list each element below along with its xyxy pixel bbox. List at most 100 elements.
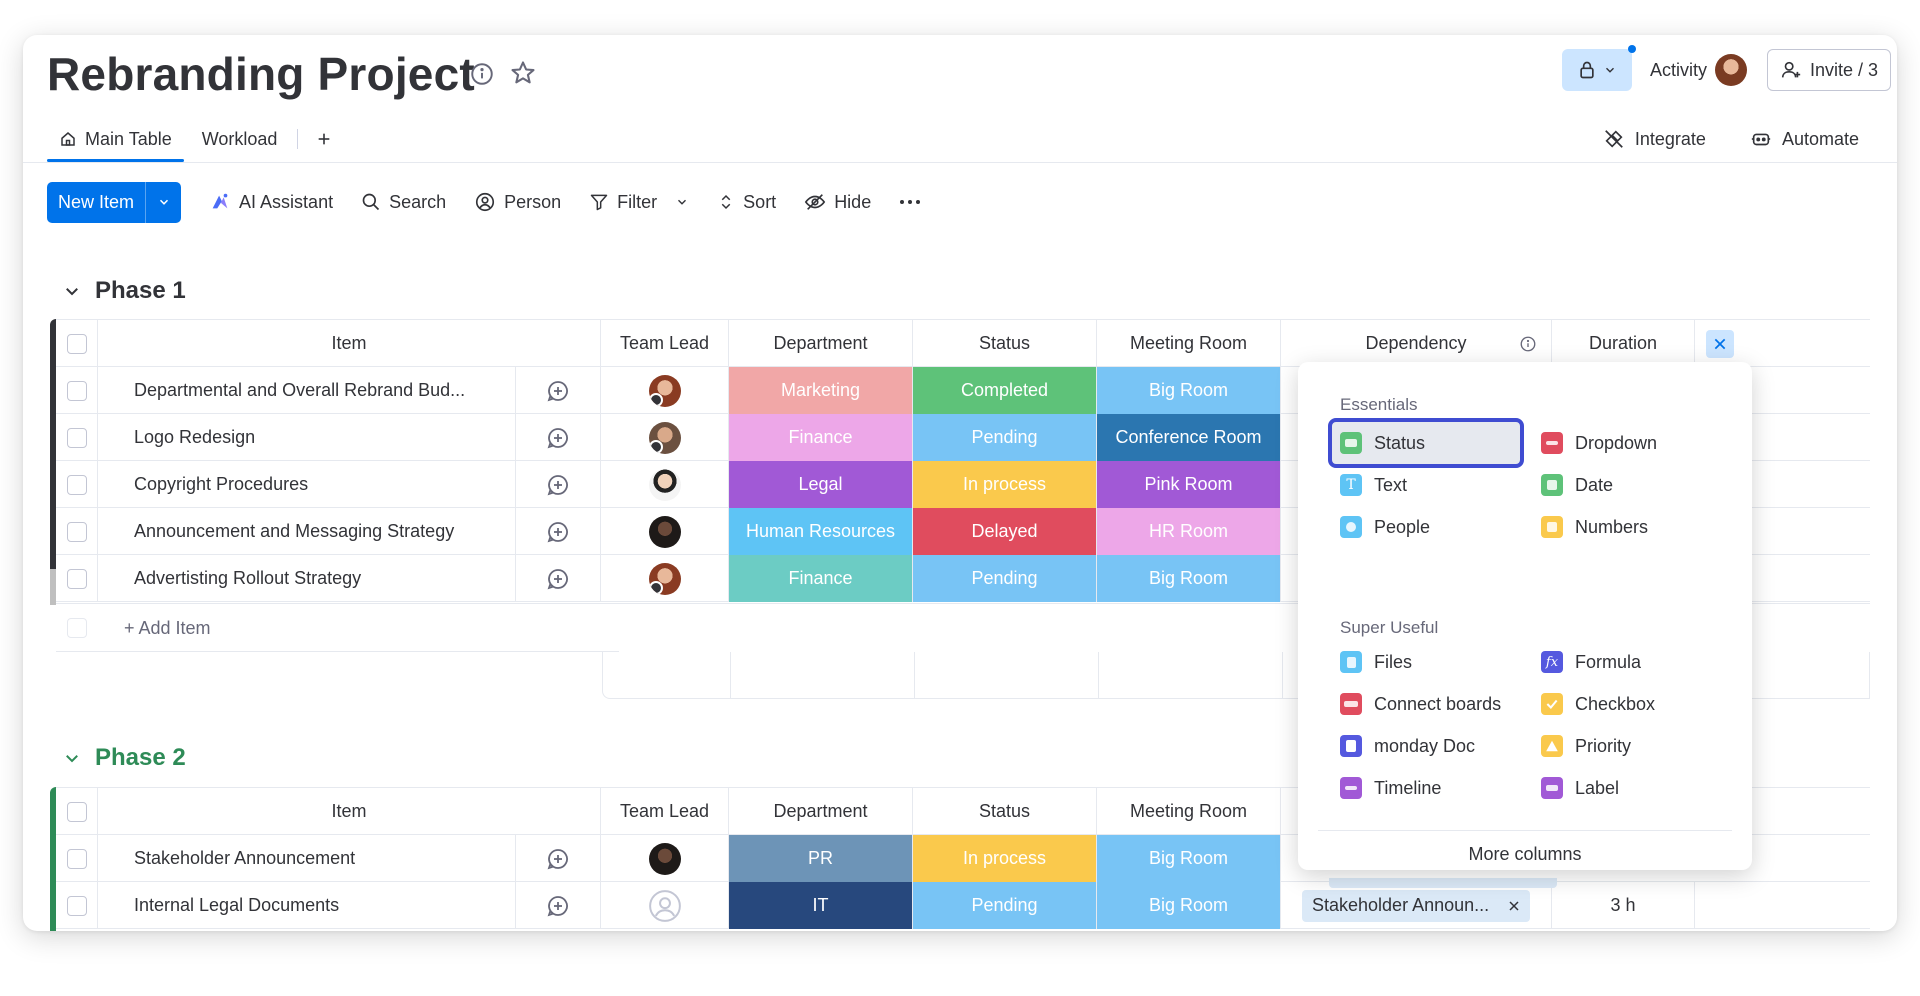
duration-value[interactable]: 3 h — [1552, 882, 1695, 929]
column-option-files[interactable]: Files — [1340, 645, 1412, 679]
update-cell[interactable] — [516, 367, 601, 414]
chevron-down-icon[interactable] — [675, 195, 689, 209]
automate-button[interactable]: Automate — [1750, 128, 1859, 150]
row-checkbox[interactable] — [66, 521, 87, 542]
column-option-checkbox[interactable]: Checkbox — [1541, 687, 1655, 721]
column-header-dependency[interactable]: Dependency — [1281, 320, 1552, 367]
column-option-connect-boards[interactable]: Connect boards — [1340, 687, 1501, 721]
avatar[interactable] — [648, 468, 681, 501]
column-header-meeting-room[interactable]: Meeting Room — [1097, 320, 1281, 367]
update-cell[interactable] — [516, 835, 601, 882]
add-update-icon[interactable] — [546, 847, 570, 871]
add-view-icon[interactable] — [306, 131, 342, 147]
item-name[interactable]: Departmental and Overall Rebrand Bud... — [98, 367, 516, 414]
avatar[interactable] — [648, 842, 681, 875]
person-filter-button[interactable]: Person — [460, 181, 575, 223]
column-header-meeting-room[interactable]: Meeting Room — [1097, 788, 1281, 835]
option-label: Status — [1374, 432, 1426, 453]
avatar[interactable] — [648, 421, 681, 454]
more-columns-button[interactable]: More columns — [1298, 844, 1752, 865]
empty-person-icon[interactable] — [648, 889, 682, 923]
item-name[interactable]: Copyright Procedures — [98, 461, 516, 508]
update-cell[interactable] — [516, 461, 601, 508]
invite-button[interactable]: Invite / 3 — [1766, 49, 1891, 91]
add-update-icon[interactable] — [546, 426, 570, 450]
avatar[interactable] — [648, 562, 681, 595]
item-name[interactable]: Announcement and Messaging Strategy — [98, 508, 516, 555]
column-option-people[interactable]: People — [1340, 510, 1430, 544]
tab-workload[interactable]: Workload — [190, 117, 290, 161]
select-all-checkbox[interactable] — [66, 333, 87, 354]
column-header-status[interactable]: Status — [913, 788, 1097, 835]
row-checkbox[interactable] — [66, 895, 87, 916]
page-title: Rebranding Project — [47, 48, 475, 100]
column-option-date[interactable]: Date — [1541, 468, 1613, 502]
info-icon[interactable] — [469, 61, 495, 87]
column-header-department[interactable]: Department — [729, 788, 913, 835]
column-header-team-lead[interactable]: Team Lead — [601, 320, 729, 367]
column-option-priority[interactable]: Priority — [1541, 729, 1631, 763]
hide-button[interactable]: Hide — [790, 181, 885, 223]
new-item-button[interactable]: New Item — [47, 181, 182, 223]
row-checkbox[interactable] — [66, 474, 87, 495]
column-option-status[interactable]: Status — [1340, 426, 1425, 460]
chevron-down-icon[interactable] — [63, 749, 81, 767]
row-checkbox[interactable] — [66, 380, 87, 401]
column-option-dropdown[interactable]: Dropdown — [1541, 426, 1657, 460]
update-cell[interactable] — [516, 555, 601, 602]
update-cell[interactable] — [516, 508, 601, 555]
add-update-icon[interactable] — [546, 473, 570, 497]
column-header-status[interactable]: Status — [913, 320, 1097, 367]
chevron-down-icon[interactable] — [145, 181, 181, 223]
row-checkbox[interactable] — [66, 427, 87, 448]
update-cell[interactable] — [516, 414, 601, 461]
filter-button[interactable]: Filter — [575, 181, 703, 223]
column-header-team-lead[interactable]: Team Lead — [601, 788, 729, 835]
item-name[interactable]: Internal Legal Documents — [98, 882, 516, 929]
ai-assistant-button[interactable]: AI Assistant — [195, 181, 347, 223]
privacy-button[interactable] — [1561, 45, 1636, 91]
update-cell[interactable] — [516, 882, 601, 929]
add-update-icon[interactable] — [546, 379, 570, 403]
column-option-monday-doc[interactable]: monday Doc — [1340, 729, 1475, 763]
avatar[interactable] — [648, 374, 681, 407]
sort-button[interactable]: Sort — [703, 181, 790, 223]
column-option-label[interactable]: Label — [1541, 771, 1619, 805]
item-name[interactable]: Advertisting Rollout Strategy — [98, 555, 516, 602]
avatar[interactable] — [648, 515, 681, 548]
table-row[interactable]: Internal Legal Documents IT Pending Big … — [56, 882, 1870, 929]
dependency-chip[interactable] — [1329, 878, 1557, 888]
row-checkbox[interactable] — [66, 848, 87, 869]
column-header-item[interactable]: Item — [98, 788, 601, 835]
tab-main-table[interactable]: Main Table — [47, 117, 184, 162]
column-option-timeline[interactable]: Timeline — [1340, 771, 1441, 805]
star-icon[interactable] — [509, 59, 537, 87]
chevron-down-icon[interactable] — [63, 282, 81, 300]
activity-button[interactable]: Activity — [1650, 54, 1747, 86]
add-item-row[interactable]: + Add Item — [56, 605, 619, 652]
add-item-label[interactable]: + Add Item — [98, 618, 211, 639]
info-icon[interactable] — [1519, 335, 1537, 353]
column-option-text[interactable]: T Text — [1340, 468, 1407, 502]
label-icon — [1541, 777, 1563, 799]
group-header-phase-1[interactable]: Phase 1 — [63, 277, 186, 305]
column-header-duration[interactable]: Duration — [1552, 320, 1695, 367]
select-all-checkbox[interactable] — [66, 801, 87, 822]
column-header-department[interactable]: Department — [729, 320, 913, 367]
column-header-item[interactable]: Item — [98, 320, 601, 367]
search-button[interactable]: Search — [347, 181, 460, 223]
item-name[interactable]: Stakeholder Announcement — [98, 835, 516, 882]
integrate-button[interactable]: Integrate — [1603, 128, 1706, 150]
row-checkbox[interactable] — [66, 568, 87, 589]
add-update-icon[interactable] — [546, 567, 570, 591]
column-option-numbers[interactable]: Numbers — [1541, 510, 1648, 544]
column-option-formula[interactable]: fx Formula — [1541, 645, 1641, 679]
item-name[interactable]: Logo Redesign — [98, 414, 516, 461]
group-header-phase-2[interactable]: Phase 2 — [63, 744, 186, 772]
add-update-icon[interactable] — [546, 520, 570, 544]
dependency-chip[interactable]: Stakeholder Announ... — [1302, 889, 1530, 922]
add-update-icon[interactable] — [546, 894, 570, 918]
close-icon[interactable] — [1706, 329, 1734, 358]
more-options-button[interactable] — [885, 181, 935, 223]
close-icon[interactable] — [1508, 900, 1520, 912]
